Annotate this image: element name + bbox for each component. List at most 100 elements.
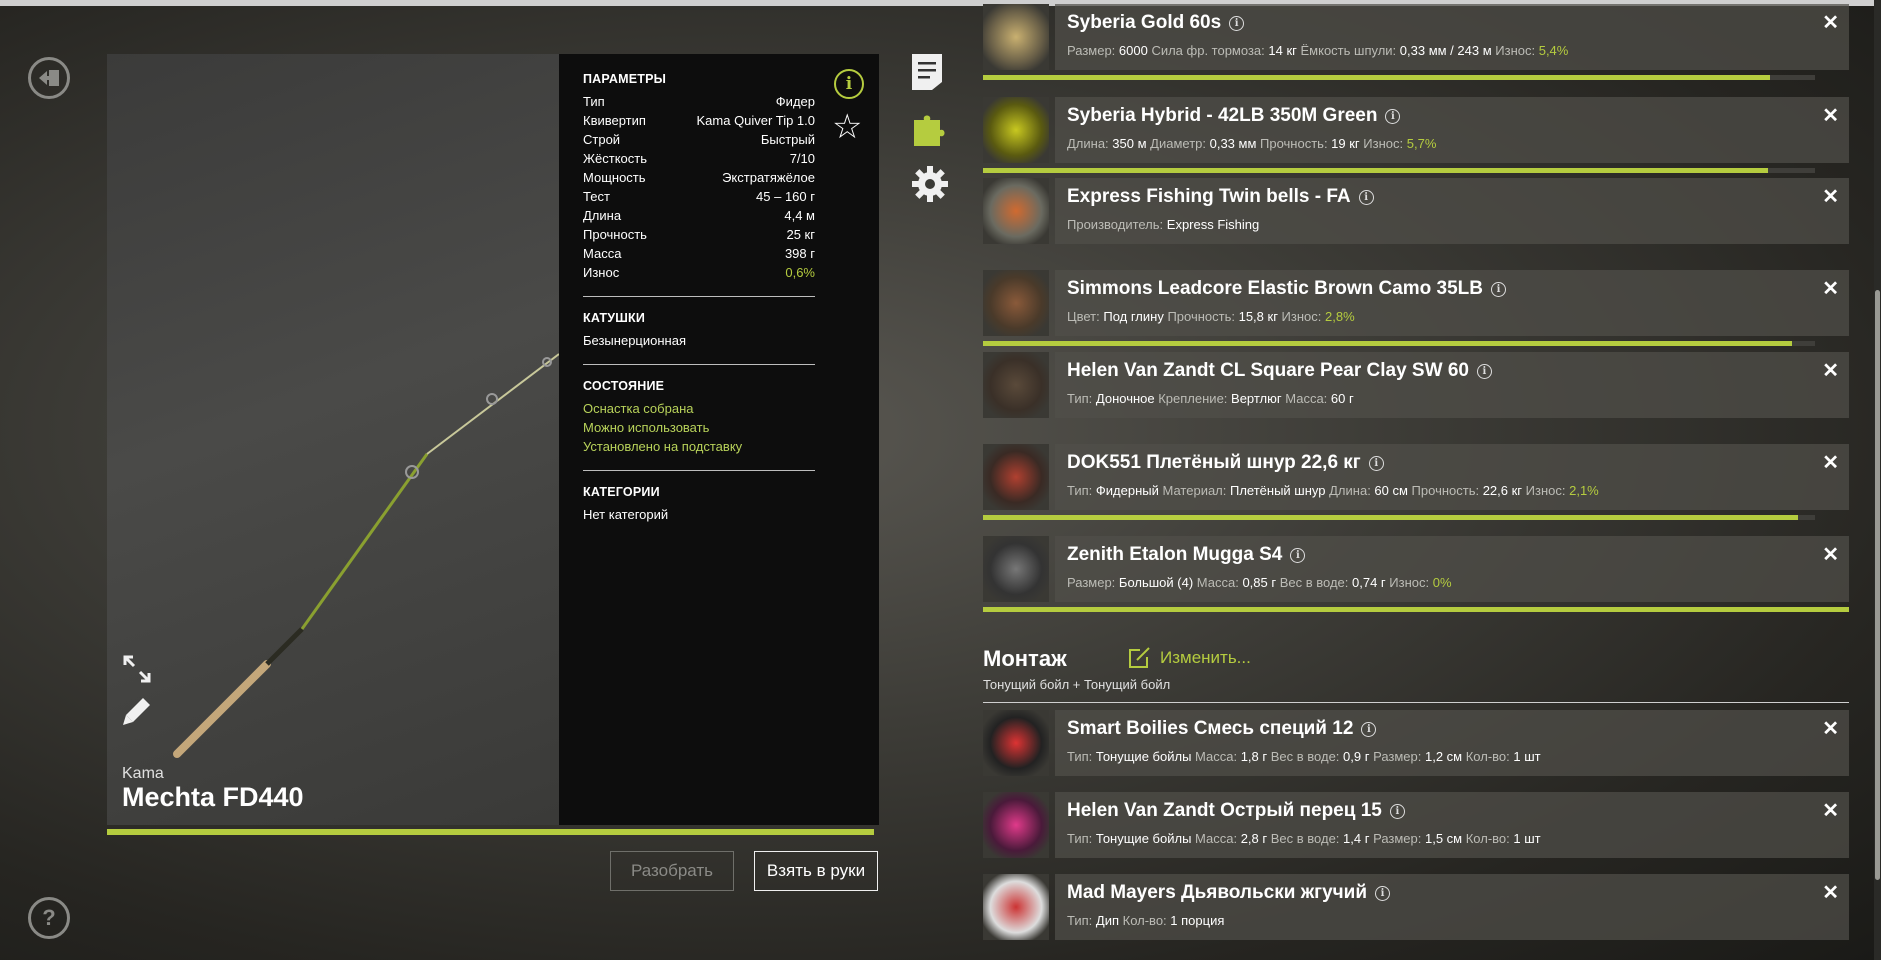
detail-label: Размер:: [1369, 831, 1425, 846]
remove-item-button[interactable]: ✕: [1822, 276, 1839, 301]
take-in-hands-button[interactable]: Взять в руки: [754, 851, 878, 891]
detail-label: Масса:: [1191, 831, 1241, 846]
detail-label: Износ:: [1491, 43, 1539, 58]
item-card: Helen Van Zandt Острый перец 15 i Тип: Тон…: [1055, 792, 1849, 858]
detail-value: 19 кг: [1331, 136, 1360, 151]
info-icon[interactable]: i: [1385, 109, 1401, 124]
detail-label: Тип:: [1067, 391, 1096, 406]
params-title: ПАРАМЕТРЫ: [583, 72, 667, 86]
exit-button[interactable]: [28, 57, 70, 99]
expand-button[interactable]: [121, 653, 153, 685]
tackle-item[interactable]: Zenith Etalon Mugga S4 i Размер: Большой (…: [983, 536, 1849, 602]
tackle-item[interactable]: Syberia Hybrid - 42LB 350M Green i Длина: …: [983, 97, 1849, 163]
remove-item-button[interactable]: ✕: [1822, 184, 1839, 209]
param-label: Квивертип: [583, 113, 646, 128]
detail-label: Прочность:: [1256, 136, 1332, 151]
tackle-item[interactable]: DOK551 Плетёный шнур 22,6 кг i Тип: Фидерн…: [983, 444, 1849, 510]
scrollbar[interactable]: [1874, 0, 1881, 960]
detail-label: Цвет:: [1067, 309, 1104, 324]
edit-montage-label: Изменить...: [1160, 648, 1251, 667]
detail-label: Диаметр:: [1146, 136, 1210, 151]
detail-value: Дип: [1095, 913, 1120, 928]
info-icon[interactable]: i: [1358, 190, 1374, 205]
info-icon[interactable]: i: [1290, 548, 1306, 563]
detail-value: 0,33 мм / 243 м: [1399, 43, 1492, 58]
detail-label: Вес в воде:: [1276, 575, 1352, 590]
gear-icon: [912, 166, 948, 202]
help-button[interactable]: ?: [28, 897, 70, 939]
help-icon: ?: [42, 905, 56, 930]
detail-value: Фидерный: [1095, 483, 1159, 498]
remove-item-button[interactable]: ✕: [1822, 10, 1839, 35]
info-icon[interactable]: i: [1229, 16, 1245, 31]
remove-item-button[interactable]: ✕: [1822, 716, 1839, 741]
info-icon[interactable]: i: [834, 69, 864, 99]
rod-image: [173, 353, 559, 758]
detail-label: Кол-во:: [1462, 831, 1514, 846]
item-details: Тип: Тонущие бойлы Масса: 2,8 г Вес в во…: [1067, 831, 1541, 846]
components-button[interactable]: [910, 108, 950, 153]
detail-value: 22,6 кг: [1482, 483, 1523, 498]
item-title-text: Simmons Leadcore Elastic Brown Camo 35LB: [1067, 278, 1484, 299]
item-title: Mad Mayers Дьявольски жгучий i: [1067, 882, 1391, 904]
scrollbar-thumb[interactable]: [1875, 290, 1880, 880]
detail-value: 1 порция: [1170, 913, 1225, 928]
info-icon[interactable]: i: [1389, 804, 1405, 819]
detail-label: Тип:: [1067, 749, 1096, 764]
detail-value: 0%: [1432, 575, 1452, 590]
detail-label: Износ:: [1277, 309, 1325, 324]
info-icon[interactable]: i: [1375, 886, 1391, 901]
info-icon[interactable]: i: [1361, 722, 1377, 737]
tackle-item[interactable]: Helen Van Zandt CL Square Pear Clay SW 6…: [983, 352, 1849, 418]
detail-label: Длина:: [1067, 136, 1113, 151]
item-title-text: Syberia Hybrid - 42LB 350M Green: [1067, 105, 1378, 126]
tackle-item[interactable]: Helen Van Zandt Острый перец 15 i Тип: Тон…: [983, 792, 1849, 858]
detail-label: Прочность:: [1163, 309, 1239, 324]
info-icon[interactable]: i: [1491, 282, 1507, 297]
remove-item-button[interactable]: ✕: [1822, 542, 1839, 567]
param-row: Прочность 25 кг: [583, 225, 815, 244]
favorite-star-icon[interactable]: ☆: [832, 110, 862, 144]
param-value: Быстрый: [760, 132, 815, 147]
edit-montage-button[interactable]: Изменить...: [1128, 647, 1251, 669]
detail-label: Ёмкость шпули:: [1296, 43, 1400, 58]
detail-value: 6000: [1118, 43, 1148, 58]
categories-title: КАТЕГОРИИ: [583, 485, 660, 499]
tackle-item[interactable]: Express Fishing Twin bells - FA i Производ…: [983, 178, 1849, 244]
item-title: Zenith Etalon Mugga S4 i: [1067, 544, 1306, 566]
tackle-item[interactable]: Syberia Gold 60s i Размер: 6000 Сила фр. т…: [983, 4, 1849, 70]
info-icon[interactable]: i: [1476, 364, 1492, 379]
rename-button[interactable]: [121, 695, 153, 727]
remove-item-button[interactable]: ✕: [1822, 103, 1839, 128]
state-item: Можно использовать: [583, 420, 710, 435]
item-title: Smart Boilies Смесь специй 12 i: [1067, 718, 1377, 740]
remove-item-button[interactable]: ✕: [1822, 358, 1839, 383]
notes-button[interactable]: [910, 52, 944, 97]
detail-label: Прочность:: [1407, 483, 1483, 498]
info-icon[interactable]: i: [1368, 456, 1384, 471]
wear-bar-fill: [983, 515, 1798, 520]
item-title-text: Express Fishing Twin bells - FA: [1067, 186, 1351, 207]
param-value: Экстратяжёлое: [722, 170, 815, 185]
detail-value: Доночное: [1095, 391, 1155, 406]
reels-value: Безынерционная: [583, 333, 686, 348]
tackle-item[interactable]: Mad Mayers Дьявольски жгучий i Тип: Дип Ко…: [983, 874, 1849, 940]
param-row: Строй Быстрый: [583, 130, 815, 149]
item-details: Производитель: Express Fishing: [1067, 217, 1259, 232]
remove-item-button[interactable]: ✕: [1822, 798, 1839, 823]
item-card: DOK551 Плетёный шнур 22,6 кг i Тип: Фидерн…: [1055, 444, 1849, 510]
detail-value: Тонущие бойлы: [1095, 749, 1192, 764]
disassemble-button[interactable]: Разобрать: [610, 851, 734, 891]
detail-label: Сила фр. тормоза:: [1147, 43, 1269, 58]
settings-button[interactable]: [910, 164, 950, 209]
remove-item-button[interactable]: ✕: [1822, 880, 1839, 905]
item-title: Syberia Hybrid - 42LB 350M Green i: [1067, 105, 1401, 127]
detail-value: 2,8 г: [1240, 831, 1268, 846]
remove-item-button[interactable]: ✕: [1822, 450, 1839, 475]
tackle-item[interactable]: Simmons Leadcore Elastic Brown Camo 35LB…: [983, 270, 1849, 336]
tackle-item[interactable]: Smart Boilies Смесь специй 12 i Тип: Тонущ…: [983, 710, 1849, 776]
item-thumbnail: [983, 270, 1049, 336]
item-title-text: Syberia Gold 60s: [1067, 12, 1222, 33]
item-thumbnail: [983, 178, 1049, 244]
item-details: Тип: Фидерный Материал: Плетёный шнур Дл…: [1067, 483, 1599, 498]
